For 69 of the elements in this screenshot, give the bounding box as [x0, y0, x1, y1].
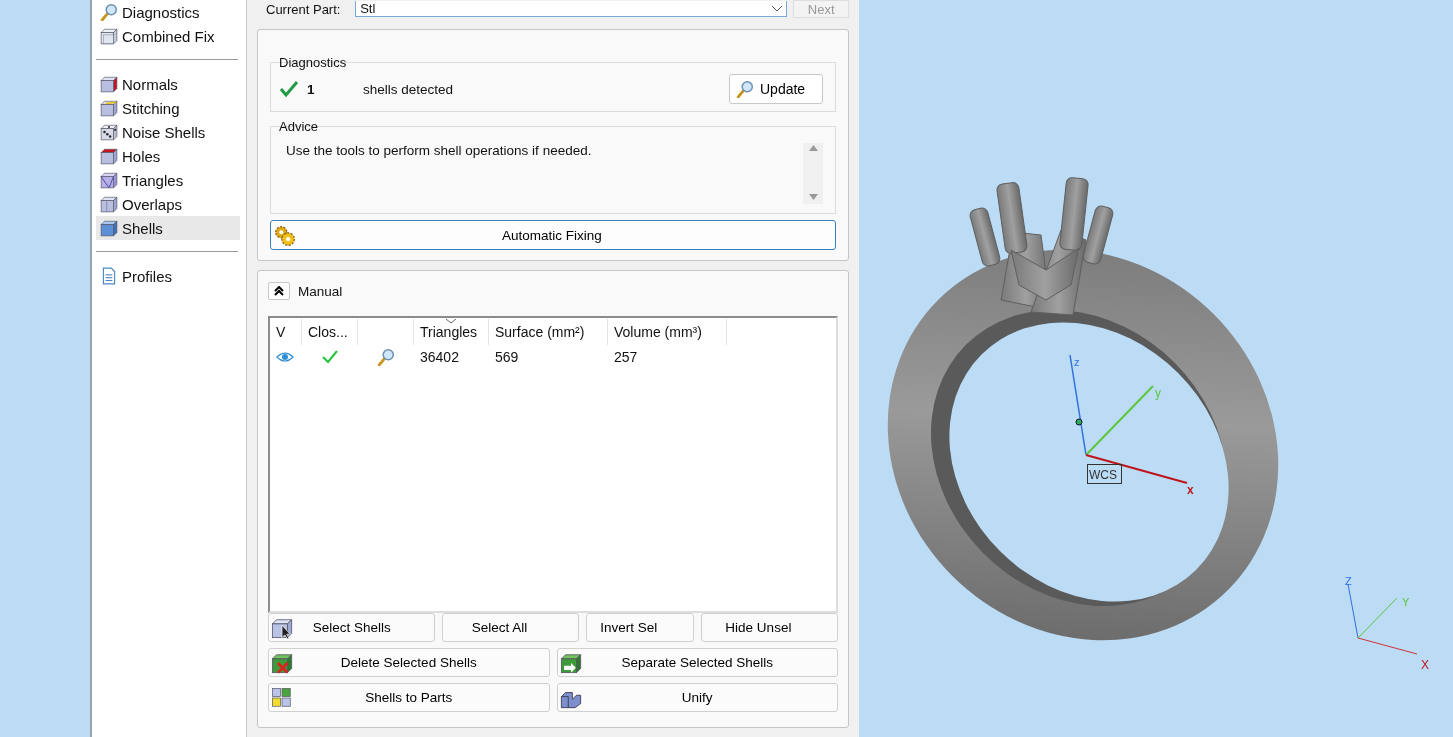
- sidebar-item[interactable]: Diagnostics: [96, 0, 240, 24]
- cube-icon: [100, 75, 118, 93]
- scroll-down-icon: [808, 194, 818, 200]
- eye-icon: [276, 351, 294, 363]
- shell-action-button[interactable]: Shells to Parts: [268, 683, 550, 712]
- wcs-label: WCS: [1087, 464, 1122, 484]
- sidebar-item[interactable]: Shells: [96, 216, 240, 240]
- zoom-icon: [377, 348, 395, 366]
- sidebar-item[interactable]: Stitching: [96, 96, 240, 120]
- table-cell-text: 569: [494, 348, 520, 367]
- scrollbar[interactable]: [803, 143, 823, 204]
- axis-label: X: [1421, 658, 1429, 672]
- cube-with-arrow-icon: [559, 651, 582, 674]
- check-icon: [322, 350, 338, 364]
- column-header[interactable]: Clos...: [302, 319, 358, 345]
- shell-action-button[interactable]: Select Shells: [268, 613, 436, 642]
- cube-stack-icon: [100, 27, 118, 45]
- axis-triad-drawing: [1347, 583, 1418, 655]
- cube-icon: [100, 147, 118, 165]
- cube-icon: [100, 219, 118, 237]
- table-cell-text: 36402: [419, 348, 460, 367]
- sort-indicator-icon: [446, 319, 456, 324]
- update-button[interactable]: Update: [729, 74, 823, 104]
- axis-label: y: [1155, 386, 1161, 400]
- column-header[interactable]: Triangles: [414, 319, 489, 345]
- part-dropdown[interactable]: Stl: [355, 1, 788, 17]
- manual-title: Manual: [298, 283, 343, 299]
- advice-text: Use the tools to perform shell operations if needed.: [286, 143, 593, 160]
- shell-action-button[interactable]: Unify: [556, 683, 838, 712]
- cube-icon: [100, 99, 118, 117]
- cube-icon: [100, 195, 118, 213]
- cube-icon: [100, 171, 118, 189]
- double-chevron-up-icon: [274, 286, 284, 296]
- cubes-icon: [271, 686, 293, 709]
- scroll-up-icon: [808, 145, 818, 151]
- cube-with-pointer-icon: [271, 616, 293, 639]
- column-header[interactable]: V: [270, 319, 302, 345]
- axis-label: z: [1074, 356, 1080, 368]
- shell-action-button[interactable]: Separate Selected Shells: [556, 648, 838, 677]
- magnifier-icon: [100, 3, 118, 21]
- sidebar-item[interactable]: Normals: [96, 72, 240, 96]
- column-header[interactable]: Surface (mm²): [489, 319, 608, 345]
- current-part-label: Current Part:: [265, 1, 342, 17]
- shell-action-button[interactable]: Select All: [442, 613, 579, 642]
- cube-with-cross-icon: [271, 651, 293, 674]
- column-header[interactable]: Volume (mm³): [608, 319, 727, 345]
- dice-icon: [100, 123, 118, 141]
- check-icon: [279, 80, 299, 98]
- gears-icon: [273, 224, 295, 246]
- diagnostics-message: shells detected: [363, 81, 454, 97]
- document-icon: [100, 267, 118, 285]
- axis-label: Z: [1345, 575, 1352, 587]
- axis-label: x: [1187, 483, 1194, 497]
- sidebar-item[interactable]: Holes: [96, 144, 240, 168]
- automatic-fixing-button[interactable]: Automatic Fixing: [270, 220, 836, 250]
- sidebar-item[interactable]: Combined Fix: [96, 24, 240, 48]
- sidebar-item[interactable]: Overlaps: [96, 192, 240, 216]
- collapse-button[interactable]: [268, 282, 290, 300]
- shell-count: 1: [307, 81, 316, 97]
- axis-label: Y: [1402, 596, 1410, 608]
- table-cell-text: 257: [613, 348, 639, 367]
- dropdown-caret-icon: [772, 5, 783, 12]
- shell-action-button[interactable]: Hide Unsel: [700, 613, 838, 642]
- sidebar-item[interactable]: Noise Shells: [96, 120, 240, 144]
- shell-action-button[interactable]: Delete Selected Shells: [268, 648, 550, 677]
- sidebar-item[interactable]: Profiles: [96, 264, 240, 288]
- shell-action-button[interactable]: Invert Sel: [585, 613, 694, 642]
- magnifier-icon: [736, 80, 754, 98]
- sidebar-item[interactable]: Triangles: [96, 168, 240, 192]
